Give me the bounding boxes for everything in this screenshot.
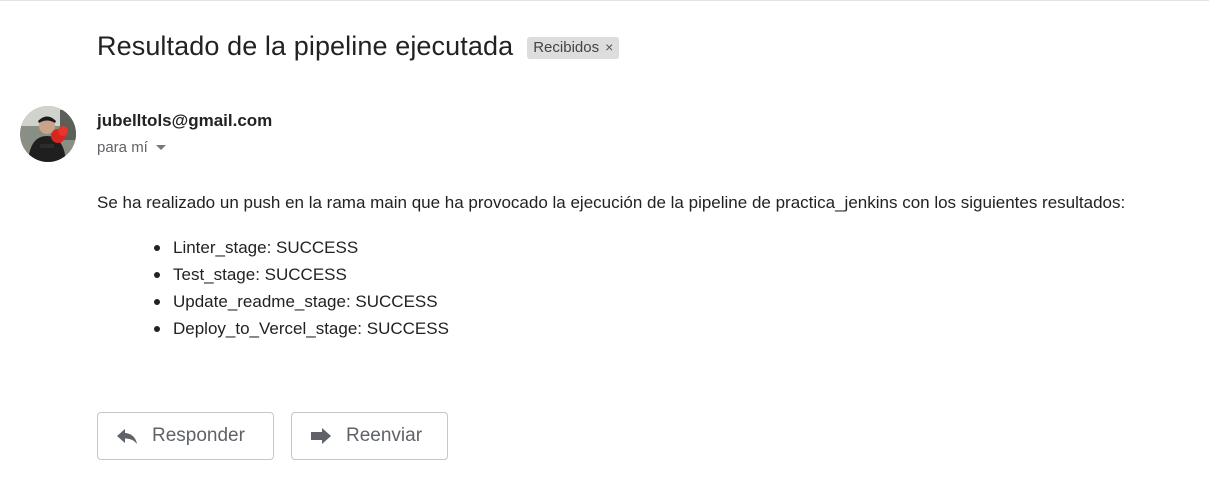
remove-label-icon[interactable]: × <box>605 39 613 55</box>
list-item: Linter_stage: SUCCESS <box>154 237 449 264</box>
list-item: Update_readme_stage: SUCCESS <box>154 291 449 318</box>
label-text: Recibidos <box>533 38 600 56</box>
top-divider <box>0 0 1209 1</box>
forward-button[interactable]: Reenviar <box>291 412 448 460</box>
email-subject: Resultado de la pipeline ejecutada <box>97 31 514 61</box>
results-list: Linter_stage: SUCCESS Test_stage: SUCCES… <box>154 237 449 345</box>
sender-email: jubelltols@gmail.com <box>97 111 273 130</box>
sender-avatar[interactable] <box>20 106 76 162</box>
forward-arrow-icon <box>310 427 332 445</box>
reply-button-label: Responder <box>152 425 245 446</box>
recipient-line[interactable]: para mí <box>97 139 166 156</box>
chevron-down-icon[interactable] <box>155 145 166 150</box>
list-item: Test_stage: SUCCESS <box>154 264 449 291</box>
recipient-text: para mí <box>97 139 148 156</box>
forward-button-label: Reenviar <box>346 425 423 446</box>
reply-button[interactable]: Responder <box>97 412 274 460</box>
list-item: Deploy_to_Vercel_stage: SUCCESS <box>154 318 449 345</box>
reply-arrow-icon <box>116 427 138 445</box>
avatar-photo-icon <box>20 106 76 162</box>
subject-row: Resultado de la pipeline ejecutada Recib… <box>97 31 620 62</box>
email-body-text: Se ha realizado un push en la rama main … <box>97 193 1126 212</box>
inbox-label-chip[interactable]: Recibidos × <box>527 36 620 59</box>
